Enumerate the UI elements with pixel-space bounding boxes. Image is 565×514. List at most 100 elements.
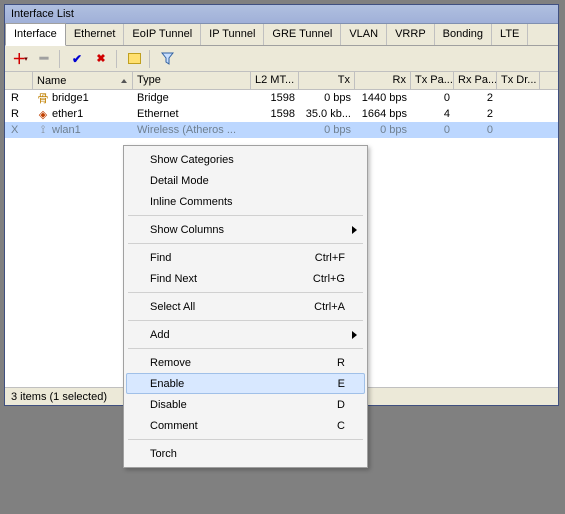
column-rxpackets[interactable]: Rx Pa... bbox=[454, 72, 497, 89]
menu-label: Comment bbox=[150, 420, 337, 432]
menu-label: Show Columns bbox=[150, 224, 345, 236]
row-type: Ethernet bbox=[133, 107, 251, 121]
table-body: R⾻bridge1Bridge15980 bps1440 bps02R◈ethe… bbox=[5, 90, 558, 138]
menu-label: Remove bbox=[150, 357, 337, 369]
tab-vrrp[interactable]: VRRP bbox=[387, 24, 435, 45]
table-row[interactable]: R⾻bridge1Bridge15980 bps1440 bps02 bbox=[5, 90, 558, 106]
row-flag: R bbox=[5, 91, 33, 105]
row-txp: 4 bbox=[411, 107, 454, 121]
row-txp: 0 bbox=[411, 123, 454, 137]
context-menu: Show Categories Detail Mode Inline Comment… bbox=[123, 145, 368, 468]
row-tx: 0 bps bbox=[299, 91, 355, 105]
tab-vlan[interactable]: VLAN bbox=[341, 24, 387, 45]
menu-shortcut: Ctrl+A bbox=[314, 301, 345, 313]
toolbar: ＋▾ ━ ✔ ✖ bbox=[5, 46, 558, 72]
row-txp: 0 bbox=[411, 91, 454, 105]
tab-lte[interactable]: LTE bbox=[492, 24, 528, 45]
menu-item-find-next[interactable]: Find NextCtrl+G bbox=[126, 268, 365, 289]
tab-ip-tunnel[interactable]: IP Tunnel bbox=[201, 24, 264, 45]
row-l2: 1598 bbox=[251, 91, 299, 105]
row-l2 bbox=[251, 129, 299, 131]
menu-separator bbox=[128, 243, 363, 244]
row-tx: 35.0 kb... bbox=[299, 107, 355, 121]
tab-ethernet[interactable]: Ethernet bbox=[66, 24, 125, 45]
row-name: ⟟wlan1 bbox=[33, 123, 133, 138]
column-l2mtu[interactable]: L2 MT... bbox=[251, 72, 299, 89]
interface-table: Name Type L2 MT... Tx Rx Tx Pa... Rx Pa.… bbox=[5, 72, 558, 138]
menu-item-disable[interactable]: DisableD bbox=[126, 394, 365, 415]
menu-label: Torch bbox=[150, 448, 345, 460]
tab-eoip-tunnel[interactable]: EoIP Tunnel bbox=[124, 24, 201, 45]
menu-label: Find bbox=[150, 252, 315, 264]
menu-shortcut: E bbox=[338, 378, 345, 390]
row-rxp: 0 bbox=[454, 123, 497, 137]
check-icon: ✔ bbox=[72, 52, 82, 66]
menu-label: Find Next bbox=[150, 273, 313, 285]
tab-interface[interactable]: Interface bbox=[5, 23, 66, 46]
row-tx: 0 bps bbox=[299, 123, 355, 137]
table-row[interactable]: R◈ether1Ethernet159835.0 kb...1664 bps42 bbox=[5, 106, 558, 122]
remove-button[interactable]: ━ bbox=[33, 49, 55, 69]
menu-item-torch[interactable]: Torch bbox=[126, 443, 365, 464]
menu-label: Show Categories bbox=[150, 154, 345, 166]
tab-bar: InterfaceEthernetEoIP TunnelIP TunnelGRE… bbox=[5, 24, 558, 46]
ether-icon: ◈ bbox=[37, 108, 49, 121]
menu-item-show-categories[interactable]: Show Categories bbox=[126, 149, 365, 170]
column-rx[interactable]: Rx bbox=[355, 72, 411, 89]
add-button[interactable]: ＋▾ bbox=[9, 49, 31, 69]
menu-item-select-all[interactable]: Select AllCtrl+A bbox=[126, 296, 365, 317]
menu-item-detail-mode[interactable]: Detail Mode bbox=[126, 170, 365, 191]
column-txpackets[interactable]: Tx Pa... bbox=[411, 72, 454, 89]
row-flag: X bbox=[5, 123, 33, 137]
enable-button[interactable]: ✔ bbox=[66, 49, 88, 69]
row-name: ⾻bridge1 bbox=[33, 89, 133, 107]
window-title[interactable]: Interface List bbox=[5, 5, 558, 24]
menu-label: Enable bbox=[150, 378, 338, 390]
funnel-icon bbox=[161, 52, 174, 65]
menu-shortcut: Ctrl+G bbox=[313, 273, 345, 285]
column-type[interactable]: Type bbox=[133, 72, 251, 89]
column-name[interactable]: Name bbox=[33, 72, 133, 89]
column-tx[interactable]: Tx bbox=[299, 72, 355, 89]
menu-separator bbox=[128, 348, 363, 349]
separator bbox=[116, 50, 117, 68]
separator bbox=[59, 50, 60, 68]
disable-button[interactable]: ✖ bbox=[90, 49, 112, 69]
row-name: ◈ether1 bbox=[33, 107, 133, 122]
column-flag[interactable] bbox=[5, 72, 33, 89]
menu-shortcut: D bbox=[337, 399, 345, 411]
menu-label: Detail Mode bbox=[150, 175, 345, 187]
row-rxp: 2 bbox=[454, 91, 497, 105]
menu-item-comment[interactable]: CommentC bbox=[126, 415, 365, 436]
column-txdrops[interactable]: Tx Dr... bbox=[497, 72, 540, 89]
comment-button[interactable] bbox=[123, 49, 145, 69]
menu-separator bbox=[128, 292, 363, 293]
row-type: Wireless (Atheros ... bbox=[133, 123, 251, 137]
x-icon: ✖ bbox=[96, 52, 105, 65]
minus-icon: ━ bbox=[40, 50, 48, 67]
menu-item-enable[interactable]: EnableE bbox=[126, 373, 365, 394]
wlan-icon: ⟟ bbox=[37, 124, 49, 137]
menu-label: Add bbox=[150, 329, 345, 341]
menu-item-find[interactable]: FindCtrl+F bbox=[126, 247, 365, 268]
menu-item-show-columns[interactable]: Show Columns bbox=[126, 219, 365, 240]
tab-gre-tunnel[interactable]: GRE Tunnel bbox=[264, 24, 341, 45]
menu-label: Disable bbox=[150, 399, 337, 411]
dropdown-icon: ▾ bbox=[24, 55, 28, 63]
table-row[interactable]: X⟟wlan1Wireless (Atheros ...0 bps0 bps00 bbox=[5, 122, 558, 138]
filter-button[interactable] bbox=[156, 49, 178, 69]
menu-item-add[interactable]: Add bbox=[126, 324, 365, 345]
note-icon bbox=[128, 53, 141, 64]
menu-separator bbox=[128, 439, 363, 440]
menu-label: Inline Comments bbox=[150, 196, 345, 208]
row-rx: 0 bps bbox=[355, 123, 411, 137]
tab-bonding[interactable]: Bonding bbox=[435, 24, 492, 45]
menu-item-inline-comments[interactable]: Inline Comments bbox=[126, 191, 365, 212]
row-rx: 1440 bps bbox=[355, 91, 411, 105]
menu-shortcut: R bbox=[337, 357, 345, 369]
row-rx: 1664 bps bbox=[355, 107, 411, 121]
bridge-icon: ⾻ bbox=[37, 90, 49, 106]
row-flag: R bbox=[5, 107, 33, 121]
row-rxp: 2 bbox=[454, 107, 497, 121]
menu-item-remove[interactable]: RemoveR bbox=[126, 352, 365, 373]
